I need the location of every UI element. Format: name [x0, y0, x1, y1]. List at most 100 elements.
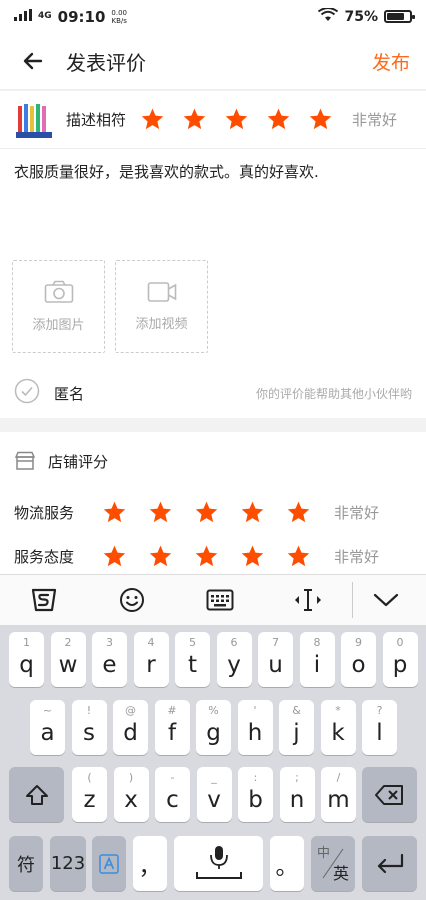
- key-m[interactable]: / m: [321, 767, 356, 822]
- wifi-icon: [318, 6, 339, 26]
- key-hint: ): [128, 771, 134, 784]
- star-icon[interactable]: [102, 499, 148, 525]
- shop-rating-label: 服务态度: [14, 547, 75, 566]
- key-label: j: [293, 719, 300, 746]
- enter-icon: [377, 853, 403, 873]
- space-key[interactable]: [174, 836, 263, 891]
- key-p[interactable]: 0p: [382, 632, 418, 687]
- hide-keyboard-button[interactable]: [353, 575, 419, 626]
- review-textarea[interactable]: 衣服质量很好，是我喜欢的款式。真的好喜欢.: [0, 149, 426, 259]
- anonymous-hint: 你的评价能帮助其他小伙伴哟: [255, 386, 412, 401]
- text-cursor-icon: [295, 589, 321, 611]
- key-q[interactable]: 1q: [9, 632, 44, 687]
- add-video-button[interactable]: 添加视频: [115, 260, 208, 353]
- keyboard-icon: [206, 589, 234, 611]
- star-icon[interactable]: [194, 499, 240, 525]
- star-icon[interactable]: [240, 499, 286, 525]
- key-r[interactable]: 4r: [133, 632, 169, 687]
- star-icon[interactable]: [266, 107, 308, 133]
- comma-key[interactable]: ，: [133, 836, 167, 891]
- star-icon[interactable]: [240, 543, 286, 569]
- key-s[interactable]: ! s: [71, 700, 107, 755]
- star-icon[interactable]: [308, 107, 350, 133]
- key-u[interactable]: 7u: [258, 632, 293, 687]
- key-label: v: [207, 786, 221, 813]
- star-icon[interactable]: [140, 107, 182, 133]
- key-label: r: [146, 651, 156, 678]
- logistics-star-rating[interactable]: [102, 499, 332, 525]
- key-label: b: [248, 786, 263, 813]
- keyboard-toolbar: [0, 574, 426, 625]
- key-hint: 8: [313, 636, 321, 649]
- key-label: g: [206, 719, 221, 746]
- star-icon[interactable]: [286, 543, 332, 569]
- key-z[interactable]: (z: [72, 767, 107, 822]
- anonymous-row: 匿名 你的评价能帮助其他小伙伴哟: [0, 371, 426, 415]
- shift-icon: [25, 784, 48, 805]
- key-d[interactable]: @ d: [113, 700, 148, 755]
- back-button[interactable]: [0, 33, 66, 90]
- star-icon[interactable]: [148, 543, 194, 569]
- key-j[interactable]: & j: [279, 700, 314, 755]
- key-label: e: [102, 651, 117, 678]
- cursor-move-button[interactable]: [264, 575, 352, 626]
- emoji-button[interactable]: [88, 575, 176, 626]
- shift-key[interactable]: [9, 767, 64, 822]
- anonymous-checkbox[interactable]: [14, 378, 40, 408]
- star-icon[interactable]: [102, 543, 148, 569]
- add-photo-button[interactable]: 添加图片: [12, 260, 105, 353]
- key-h[interactable]: ' h: [237, 700, 273, 755]
- key-label: p: [392, 651, 408, 678]
- key-l[interactable]: ? l: [362, 700, 397, 755]
- key-i[interactable]: 8i: [299, 632, 335, 687]
- backspace-key[interactable]: [362, 767, 417, 822]
- shop-rating-header: 店铺评分: [0, 432, 426, 490]
- keyboard-switch-button[interactable]: [176, 575, 264, 626]
- key-v[interactable]: _ v: [196, 767, 232, 822]
- key-x[interactable]: ) x: [113, 767, 149, 822]
- key-e[interactable]: 3e: [92, 632, 127, 687]
- key-y[interactable]: 6y: [216, 632, 252, 687]
- star-icon[interactable]: [194, 543, 240, 569]
- publish-button[interactable]: 发布: [372, 48, 410, 75]
- star-icon[interactable]: [148, 499, 194, 525]
- star-icon[interactable]: [182, 107, 224, 133]
- ime-logo-button[interactable]: [0, 575, 88, 626]
- key-n[interactable]: ; n: [279, 767, 315, 822]
- symbol-key[interactable]: 符: [9, 836, 43, 891]
- key-k[interactable]: * k: [320, 700, 356, 755]
- key-b[interactable]: :b: [238, 767, 273, 822]
- key-label: a: [40, 719, 55, 746]
- key-a[interactable]: ~ a: [30, 700, 65, 755]
- key-w[interactable]: 2w: [50, 632, 86, 687]
- network-speed: 0.00 KB/s: [111, 9, 127, 25]
- product-star-rating[interactable]: [140, 107, 350, 133]
- key-label: i: [313, 651, 321, 678]
- service-star-rating[interactable]: [102, 543, 332, 569]
- caps-key[interactable]: [92, 836, 126, 891]
- key-hint: /: [336, 771, 341, 784]
- enter-key[interactable]: [362, 836, 417, 891]
- shop-rating-text: 非常好: [334, 503, 380, 522]
- period-key[interactable]: 。: [270, 836, 304, 891]
- status-bar: 4G 09:10 0.00 KB/s 75%: [0, 0, 426, 33]
- key-c[interactable]: -c: [155, 767, 190, 822]
- key-label: n: [289, 786, 305, 813]
- key-g[interactable]: % g: [196, 700, 231, 755]
- key-t[interactable]: 5t: [175, 632, 210, 687]
- number-key[interactable]: 123: [50, 836, 86, 891]
- key-f[interactable]: # f: [154, 700, 190, 755]
- key-hint: *: [335, 704, 341, 717]
- key-hint: ?: [376, 704, 383, 717]
- key-label: d: [123, 719, 138, 746]
- keyboard: 符 123 ， 。 中 英 1 q 2 w 3 e 4 r 5 t 6 y 7 u 8 i 9 o 0 p ~ a! s @ d…: [0, 625, 426, 900]
- shop-rating-title: 店铺评分: [48, 452, 109, 471]
- key-o[interactable]: 9o: [341, 632, 376, 687]
- shop-rating-row: 物流服务 非常好: [0, 490, 426, 534]
- language-switch-key[interactable]: 中 英: [311, 836, 355, 891]
- star-icon[interactable]: [224, 107, 266, 133]
- product-rating-label: 描述相符: [66, 111, 127, 129]
- star-icon[interactable]: [286, 499, 332, 525]
- key-hint: 3: [106, 636, 113, 649]
- key-label: c: [166, 786, 179, 813]
